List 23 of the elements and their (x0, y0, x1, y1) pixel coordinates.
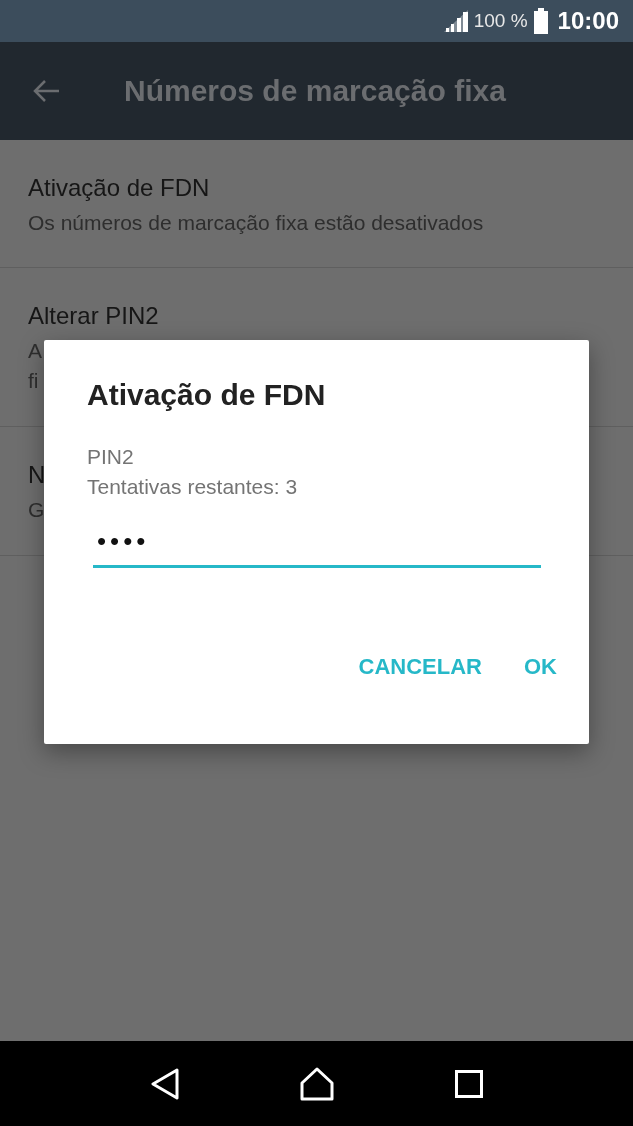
home-icon[interactable] (299, 1066, 336, 1101)
settings-item-summary: G (28, 497, 45, 523)
settings-item-title: Alterar PIN2 (28, 302, 159, 330)
battery-percent: 100 % (473, 10, 528, 32)
back-icon[interactable] (149, 1067, 180, 1100)
dialog-title: Ativação de FDN (87, 378, 327, 412)
battery-icon (533, 8, 548, 34)
signal-icon (443, 10, 468, 32)
attempts-text: Tentativas restantes: 3 (87, 474, 299, 500)
ok-button[interactable]: OK (510, 646, 571, 688)
pin-field[interactable]: •••• (93, 520, 541, 568)
settings-item-summary: A (28, 338, 42, 364)
recent-apps-icon[interactable] (455, 1069, 484, 1098)
clock: 10:00 (557, 7, 619, 35)
back-arrow-icon[interactable] (32, 79, 60, 103)
settings-item[interactable]: Ativação de FDN Os números de marcação fixa estão desativados (0, 140, 633, 268)
settings-item-summary: Os números de marcação fixa estão desativados (28, 210, 484, 236)
settings-item-title: Ativação de FDN (28, 174, 210, 202)
cancel-button[interactable]: CANCELAR (344, 646, 496, 688)
toolbar-title: Números de marcação fixa (124, 74, 506, 108)
settings-item-title: N (28, 461, 46, 489)
settings-item-summary: fi (28, 368, 39, 394)
field-label: PIN2 (87, 444, 135, 470)
